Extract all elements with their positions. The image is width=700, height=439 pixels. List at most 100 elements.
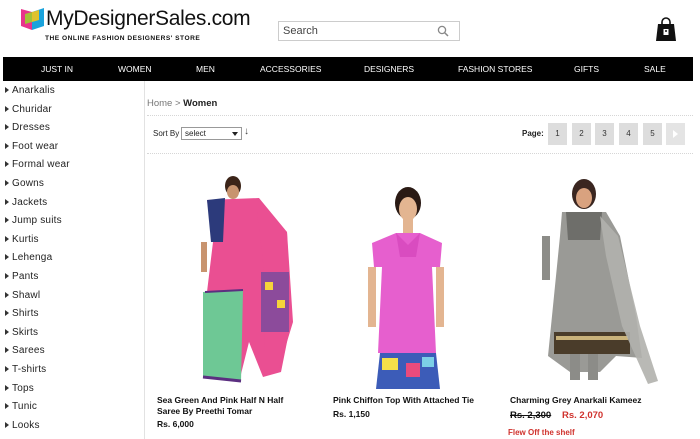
sidebar-item-label: Gowns xyxy=(12,178,45,189)
sidebar-item-tunic[interactable]: Tunic xyxy=(3,398,37,415)
breadcrumb-current: Women xyxy=(183,98,218,109)
logo-tagline: THE ONLINE FASHION DESIGNERS' STORE xyxy=(45,35,201,42)
bullet-arrow-icon xyxy=(5,180,9,186)
product-old-price-3: Rs. 2,300 xyxy=(510,410,552,421)
bullet-arrow-icon xyxy=(5,198,9,205)
bullet-arrow-icon xyxy=(5,273,9,279)
shopping-bag-icon[interactable] xyxy=(655,16,677,42)
sidebar-item-shawl[interactable]: Shawl xyxy=(3,287,40,304)
product-name-line: Sea Green And Pink Half N Half xyxy=(157,395,284,405)
breadcrumb-separator: > xyxy=(172,98,184,109)
sidebar-item-label: Tunic xyxy=(12,401,38,413)
page-label: Page: xyxy=(522,129,544,138)
product-name-line: Saree By Preethi Tomar xyxy=(157,406,253,416)
nav-fashion-stores[interactable]: FASHION STORES xyxy=(458,57,532,81)
page-button-1[interactable]: 1 xyxy=(548,123,567,145)
sidebar-item-jackets[interactable]: Jackets xyxy=(3,194,47,211)
nav-women[interactable]: WOMEN xyxy=(118,57,152,81)
search-icon[interactable] xyxy=(437,25,449,37)
next-page-button[interactable] xyxy=(666,123,685,145)
sort-select[interactable]: select xyxy=(181,127,242,140)
sidebar-item-churidar[interactable]: Churidar xyxy=(3,101,52,118)
chevron-down-icon xyxy=(232,132,238,136)
product-sale-price-3: Rs. 2,070 xyxy=(562,410,604,421)
site-logo[interactable]: MyDesignerSales.com THE ONLINE FASHION D… xyxy=(20,4,251,48)
bullet-arrow-icon xyxy=(5,124,9,131)
product-image-pink-top[interactable] xyxy=(360,183,450,389)
bullet-arrow-icon xyxy=(5,105,9,112)
product-status-badge-3: Flew Off the shelf xyxy=(508,428,575,437)
divider xyxy=(147,115,693,116)
page-button-4[interactable]: 4 xyxy=(619,123,638,145)
bullet-arrow-icon xyxy=(5,142,9,149)
sidebar-item-label: Pants xyxy=(12,271,39,282)
sidebar-item-foot-wear[interactable]: Foot wear xyxy=(3,138,58,155)
sidebar-item-label: Foot wear xyxy=(12,140,59,152)
product-price-2: Rs. 1,150 xyxy=(333,409,370,419)
bullet-arrow-icon xyxy=(5,366,9,372)
next-arrow-icon xyxy=(673,130,678,138)
nav-designers[interactable]: DESIGNERS xyxy=(364,57,414,81)
search-input[interactable] xyxy=(279,22,434,40)
sidebar-item-label: Shirts xyxy=(12,308,39,320)
bullet-arrow-icon xyxy=(5,310,9,317)
sidebar-item-label: Kurtis xyxy=(12,233,39,245)
logo-mark-icon xyxy=(21,8,44,30)
product-name-1[interactable]: Sea Green And Pink Half N Half Saree By P… xyxy=(157,395,283,417)
site-header: MyDesignerSales.com THE ONLINE FASHION D… xyxy=(0,0,700,56)
logo-text: MyDesignerSales.com xyxy=(46,7,251,30)
breadcrumb-home-link[interactable]: Home xyxy=(147,98,172,109)
sidebar-item-label: Sarees xyxy=(12,345,45,357)
page-button-5[interactable]: 5 xyxy=(643,123,662,145)
sidebar-item-anarkalis[interactable]: Anarkalis xyxy=(3,82,55,99)
bullet-arrow-icon xyxy=(5,421,9,428)
sidebar-item-label: Shawl xyxy=(12,289,41,301)
sort-by-label: Sort By xyxy=(153,129,180,138)
sidebar-item-label: Skirts xyxy=(12,326,39,338)
sidebar-item-pants[interactable]: Pants xyxy=(3,268,39,285)
nav-men[interactable]: MEN xyxy=(196,57,215,81)
sort-direction-icon[interactable]: ↓ xyxy=(244,126,249,137)
bullet-arrow-icon xyxy=(5,384,9,391)
category-sidebar: Anarkalis Churidar Dresses Foot wear For… xyxy=(3,81,145,439)
sidebar-item-label: Lehenga xyxy=(12,252,53,264)
nav-gifts[interactable]: GIFTS xyxy=(574,57,599,81)
sidebar-item-label: Jump suits xyxy=(12,215,62,227)
sidebar-item-looks[interactable]: Looks xyxy=(3,417,40,434)
divider xyxy=(147,153,693,154)
nav-just-in[interactable]: JUST IN xyxy=(41,57,73,81)
bullet-arrow-icon xyxy=(5,291,9,298)
product-name-line: Pink Chiffon Top With Attached Tie xyxy=(333,395,474,405)
search-box xyxy=(278,21,460,41)
bullet-arrow-icon xyxy=(5,254,9,261)
page-button-3[interactable]: 3 xyxy=(595,123,614,145)
sidebar-item-formal-wear[interactable]: Formal wear xyxy=(3,156,70,173)
bullet-arrow-icon xyxy=(5,87,9,93)
sidebar-item-t-shirts[interactable]: T-shirts xyxy=(3,361,46,378)
breadcrumb: Home > Women xyxy=(147,98,217,109)
sidebar-item-tops[interactable]: Tops xyxy=(3,380,34,397)
sidebar-item-sarees[interactable]: Sarees xyxy=(3,342,45,359)
product-name-3[interactable]: Charming Grey Anarkali Kameez xyxy=(510,395,641,406)
main-nav: JUST IN WOMEN MEN ACCESSORIES DESIGNERS … xyxy=(3,57,693,81)
nav-sale[interactable]: SALE xyxy=(644,57,666,81)
product-name-2[interactable]: Pink Chiffon Top With Attached Tie xyxy=(333,395,474,406)
sidebar-item-skirts[interactable]: Skirts xyxy=(3,324,38,341)
page-button-2[interactable]: 2 xyxy=(572,123,591,145)
bullet-arrow-icon xyxy=(5,328,9,335)
sidebar-item-jump-suits[interactable]: Jump suits xyxy=(3,212,62,229)
bullet-arrow-icon xyxy=(5,403,9,410)
product-image-saree[interactable] xyxy=(193,172,303,386)
sidebar-item-label: Churidar xyxy=(12,103,52,115)
sidebar-item-kurtis[interactable]: Kurtis xyxy=(3,231,39,248)
nav-accessories[interactable]: ACCESSORIES xyxy=(260,57,321,81)
sidebar-item-label: T-shirts xyxy=(12,364,47,375)
sidebar-item-gowns[interactable]: Gowns xyxy=(3,175,44,192)
product-image-grey-anarkali[interactable] xyxy=(540,176,660,386)
sidebar-item-shirts[interactable]: Shirts xyxy=(3,305,39,322)
sidebar-item-lehenga[interactable]: Lehenga xyxy=(3,249,52,266)
bullet-arrow-icon xyxy=(5,217,9,224)
sidebar-item-dresses[interactable]: Dresses xyxy=(3,119,50,136)
bullet-arrow-icon xyxy=(5,347,9,354)
sidebar-item-label: Tops xyxy=(12,382,34,394)
